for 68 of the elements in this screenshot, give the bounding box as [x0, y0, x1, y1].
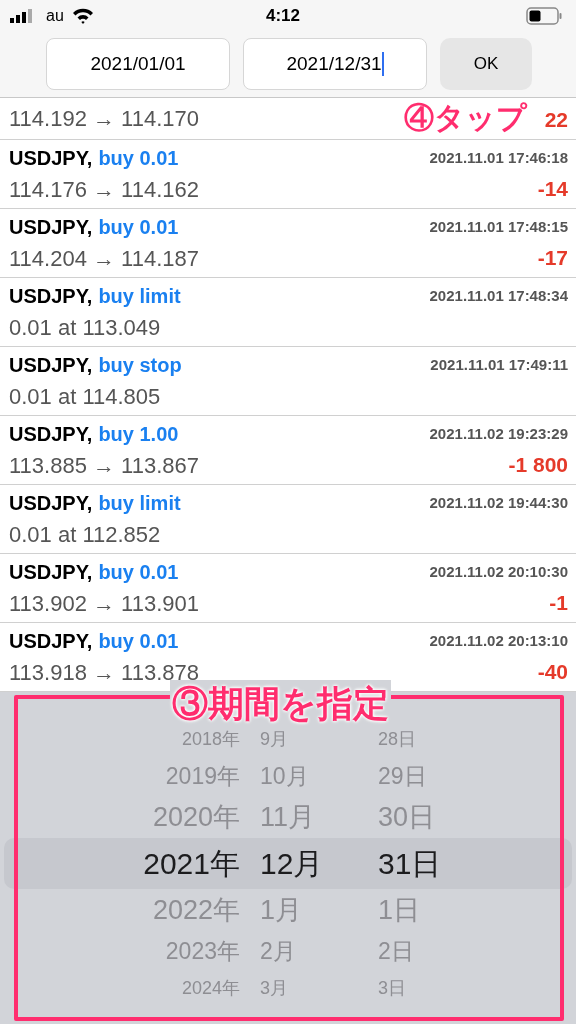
timestamp: 2021.11.01 17:46:18 [429, 147, 568, 168]
order-type: buy 0.01 [98, 629, 179, 654]
order-type: buy stop [98, 353, 182, 378]
profit-value: 22 [544, 106, 568, 133]
trade-detail: 0.01 at 113.049 [9, 313, 161, 342]
symbol-label: USDJPY, [9, 491, 93, 516]
status-time: 4:12 [266, 5, 301, 28]
order-type: buy limit [98, 491, 181, 516]
symbol-label: USDJPY, [9, 422, 93, 447]
symbol-label: USDJPY, [9, 629, 93, 654]
month-option[interactable]: 3月 [254, 974, 364, 1002]
timestamp: 2021.11.01 17:49:11 [430, 354, 568, 375]
price-change: 114.192 → 114.170 [9, 105, 199, 133]
battery-icon [526, 7, 562, 25]
day-option[interactable]: 28日 [364, 725, 464, 753]
day-option[interactable]: 1日 [364, 889, 464, 931]
order-type: buy 0.01 [98, 215, 179, 240]
trade-detail: 114.204 → 114.187 [9, 244, 199, 273]
day-option[interactable]: 30日 [364, 796, 464, 838]
order-type: buy 0.01 [98, 560, 179, 585]
profit-value: -1 800 [508, 452, 568, 479]
symbol-label: USDJPY, [9, 284, 93, 309]
profit-value: -17 [537, 245, 568, 272]
profit-value: -40 [537, 659, 568, 686]
timestamp: 2021.11.02 19:23:29 [429, 423, 568, 444]
timestamp: 2021.11.01 17:48:15 [429, 216, 568, 237]
trade-detail: 113.902 → 113.901 [9, 589, 199, 618]
start-date-field[interactable]: 2021/01/01 [46, 38, 230, 90]
day-option[interactable]: 29日 [364, 758, 464, 794]
symbol-label: USDJPY, [9, 146, 93, 171]
symbol-label: USDJPY, [9, 560, 93, 585]
year-option[interactable]: 2022年 [4, 889, 254, 931]
wifi-icon [71, 8, 94, 24]
timestamp: 2021.11.02 19:44:30 [429, 492, 568, 513]
order-type: buy 0.01 [98, 146, 179, 171]
symbol-label: USDJPY, [9, 215, 93, 240]
annotation-label: ④タップ [404, 100, 527, 136]
profit-value: -14 [537, 176, 568, 203]
year-option[interactable]: 2023年 [4, 933, 254, 969]
profit-value: -1 [549, 590, 568, 617]
signal-icon [10, 9, 34, 23]
order-type: buy 1.00 [98, 422, 179, 447]
trade-detail: 114.176 → 114.162 [9, 175, 199, 204]
timestamp: 2021.11.01 17:48:34 [429, 285, 568, 306]
year-option[interactable]: 2019年 [4, 758, 254, 794]
month-option[interactable]: 10月 [254, 758, 364, 794]
day-option[interactable]: 2日 [364, 933, 464, 969]
trade-detail: 113.885 → 113.867 [9, 451, 199, 480]
carrier-name: au [46, 6, 64, 26]
day-option[interactable]: 31日 [364, 841, 464, 886]
trade-detail: 0.01 at 114.805 [9, 382, 161, 411]
timestamp: 2021.11.02 20:10:30 [429, 561, 568, 582]
month-option[interactable]: 2月 [254, 933, 364, 969]
timestamp: 2021.11.02 20:13:10 [429, 630, 568, 651]
year-option[interactable]: 2021年 [4, 841, 254, 886]
month-option[interactable]: 1月 [254, 889, 364, 931]
trade-detail: 0.01 at 112.852 [9, 520, 161, 549]
month-option[interactable]: 9月 [254, 725, 364, 753]
month-option[interactable]: 11月 [254, 796, 364, 838]
year-option[interactable]: 2018年 [4, 725, 254, 753]
month-option[interactable]: 12月 [254, 841, 364, 886]
symbol-label: USDJPY, [9, 353, 93, 378]
year-option[interactable]: 2020年 [4, 796, 254, 838]
end-date-field[interactable]: 2021/12/31 [243, 38, 427, 90]
order-type: buy limit [98, 284, 181, 309]
day-option[interactable]: 3日 [364, 974, 464, 1002]
year-option[interactable]: 2024年 [4, 974, 254, 1002]
ok-button[interactable]: OK [440, 38, 532, 90]
